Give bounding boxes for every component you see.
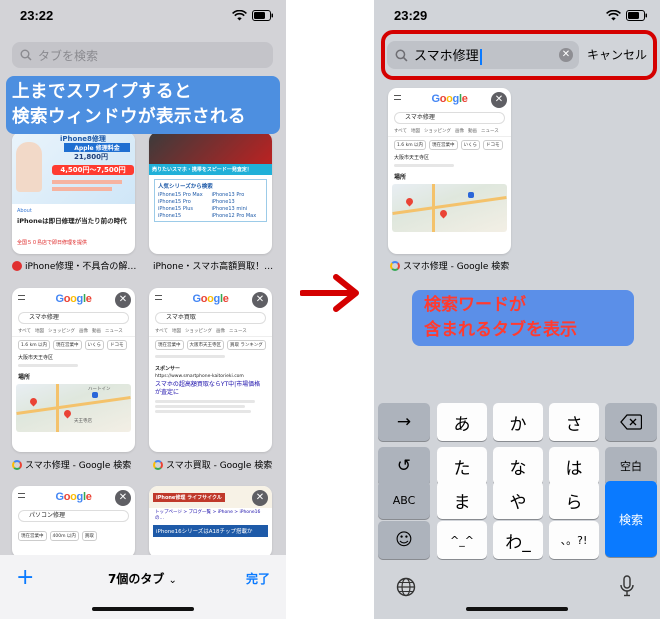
key-na[interactable]: な [493, 447, 543, 485]
key-abc[interactable]: ABC [378, 481, 430, 519]
key-a[interactable]: あ [437, 403, 487, 441]
map-thumbnail: ハートイン 天王寺店 [16, 384, 131, 432]
map-pin-icon [438, 208, 449, 219]
map-pin-icon [404, 196, 415, 207]
woman-photo [16, 142, 42, 192]
map-thumbnail [392, 184, 507, 232]
status-bar: 23:22 [0, 0, 286, 34]
key-ta[interactable]: た [437, 447, 487, 485]
callout-matching-tabs: 検索ワードが 含まれるタブを表示 [412, 290, 634, 346]
tab-caption: スマホ修理 - Google 検索 [12, 458, 142, 471]
key-undo[interactable]: ↺ [378, 447, 430, 485]
key-kaomoji[interactable]: ^_^ [437, 521, 487, 559]
tab-caption: iPhone修理・不具合の解… [12, 259, 142, 272]
right-arrow-icon [300, 274, 359, 312]
site-favicon-icon [12, 260, 22, 271]
battery-icon [626, 10, 647, 21]
key-ha[interactable]: は [549, 447, 599, 485]
menu-icon [18, 295, 25, 300]
close-tab-icon[interactable]: ✕ [252, 292, 268, 308]
battery-icon [252, 10, 273, 21]
tab-card-pc-repair[interactable]: ✕ Google パソコン修理 現在営業中 400m 以内 買取 [12, 486, 135, 558]
key-ra[interactable]: ら [549, 481, 599, 519]
new-tab-button[interactable]: + [16, 565, 34, 590]
close-tab-icon[interactable]: ✕ [115, 490, 131, 506]
key-wa[interactable]: わ_ [493, 521, 543, 559]
google-favicon-icon [153, 459, 163, 470]
google-favicon-icon [390, 260, 400, 271]
wifi-icon [606, 10, 621, 21]
google-logo: Google [192, 293, 229, 305]
menu-icon [155, 295, 162, 300]
mini-search-box: スマホ修理 [18, 312, 129, 324]
left-phone-screen: 23:22 タブを検索 iPhone8修理 Apple 修理料金 21,800円… [0, 0, 286, 619]
tab-card-iphone16-blog[interactable]: ✕ iPhone修理 ライフサイクル トップページ > ブログ一覧 > iPho… [149, 486, 272, 558]
callout-swipe-up: 上までスワイプすると 検索ウィンドウが表示される [6, 76, 280, 134]
key-space[interactable]: 空白 [605, 447, 657, 485]
wifi-icon [232, 10, 247, 21]
tab-caption: スマホ修理 - Google 検索 [390, 259, 520, 272]
key-sa[interactable]: さ [549, 403, 599, 441]
status-time: 23:29 [394, 8, 428, 23]
tab-search-placeholder: タブを検索 [38, 48, 99, 63]
done-button[interactable]: 完了 [246, 570, 270, 587]
map-pin-icon [28, 396, 39, 407]
home-indicator [92, 607, 194, 611]
close-tab-icon[interactable]: ✕ [115, 292, 131, 308]
key-ya[interactable]: や [493, 481, 543, 519]
close-tab-icon[interactable]: ✕ [252, 490, 268, 506]
tab-card-google-repair[interactable]: ✕ Google スマホ修理 すべて 地図 ショッピング 画像 動画 ニュース 1.6 k… [12, 288, 135, 452]
close-tab-icon[interactable]: ✕ [491, 92, 507, 108]
tab-card-google-buyback[interactable]: ✕ Google スマホ買取 すべて 地図 ショッピング 画像 ニュース 現在営業中 大阪… [149, 288, 272, 452]
key-emoji[interactable]: ☺ [378, 521, 430, 559]
status-bar: 23:29 [374, 0, 660, 34]
key-delete[interactable] [605, 403, 657, 441]
tab-caption: iPhone・スマホ高額買取！… [153, 262, 274, 272]
menu-icon [394, 95, 401, 100]
search-icon [20, 49, 32, 61]
key-ma[interactable]: ま [437, 481, 487, 519]
tab-search-field[interactable]: タブを検索 [12, 42, 273, 68]
key-search[interactable]: 検索 [605, 481, 657, 557]
chevron-down-icon: ⌄ [168, 575, 177, 586]
train-icon [468, 192, 474, 198]
japanese-keyboard: → あ か さ ↺ た な は 空白 ABC ま や ら 検索 ☺ ^_^ わ_… [374, 397, 660, 619]
train-icon [92, 392, 98, 398]
key-next-arrow[interactable]: → [378, 403, 430, 441]
menu-icon [18, 493, 25, 498]
key-ka[interactable]: か [493, 403, 543, 441]
status-time: 23:22 [20, 8, 54, 23]
mic-icon[interactable] [620, 575, 634, 597]
tab-overview-toolbar: + 7個のタブ ⌄ 完了 [0, 555, 286, 619]
tab-caption: スマホ買取 - Google 検索 [153, 458, 283, 471]
composite-screenshot: 23:22 タブを検索 iPhone8修理 Apple 修理料金 21,800円… [0, 0, 660, 619]
google-logo: Google [55, 293, 92, 305]
globe-icon[interactable] [396, 577, 416, 597]
google-favicon-icon [12, 459, 22, 470]
tab-card-iphone-repair[interactable]: iPhone8修理 Apple 修理料金 21,800円 4,500円〜7,50… [12, 132, 135, 254]
tab-card-buyback[interactable]: 売りたいスマホ・携帯をスピード一発査定！ 人気シリーズから検索 iPhone15… [149, 132, 272, 254]
delete-icon [620, 414, 642, 430]
banner-image [149, 132, 272, 164]
map-pin-icon [62, 408, 73, 419]
tab-card-search-result[interactable]: ✕ Google スマホ修理 すべて 地図 ショッピング 画像 動画 ニュース 1.6 k… [388, 88, 511, 254]
google-logo: Google [55, 491, 92, 503]
home-indicator [466, 607, 568, 611]
search-highlight-box [381, 30, 657, 80]
google-logo: Google [431, 93, 468, 105]
key-punctuation[interactable]: 、。?! [549, 521, 599, 559]
tab-group-selector[interactable]: 7個のタブ ⌄ [108, 570, 177, 587]
